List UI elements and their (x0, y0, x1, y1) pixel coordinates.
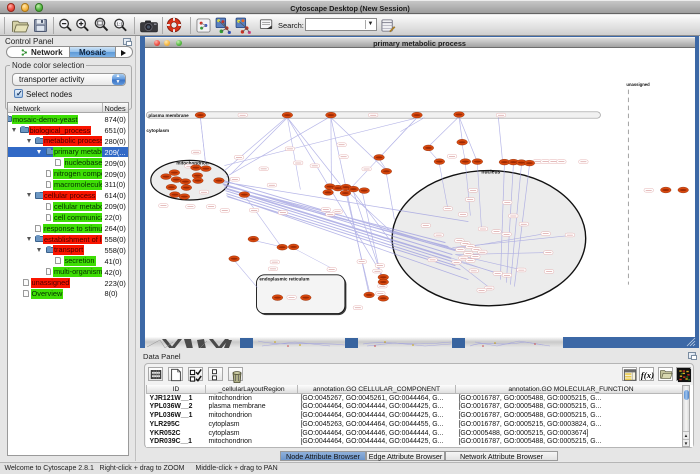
svg-text:cytoplasm: cytoplasm (146, 129, 169, 134)
svg-text:1:1: 1:1 (116, 21, 123, 26)
svg-text:plasma membrane: plasma membrane (148, 113, 189, 118)
svg-text:nucleus: nucleus (481, 170, 500, 176)
svg-text:f(x): f(x) (641, 370, 654, 380)
svg-text:endoplasmic reticulum: endoplasmic reticulum (259, 277, 309, 282)
svg-text:unassigned: unassigned (626, 82, 650, 87)
